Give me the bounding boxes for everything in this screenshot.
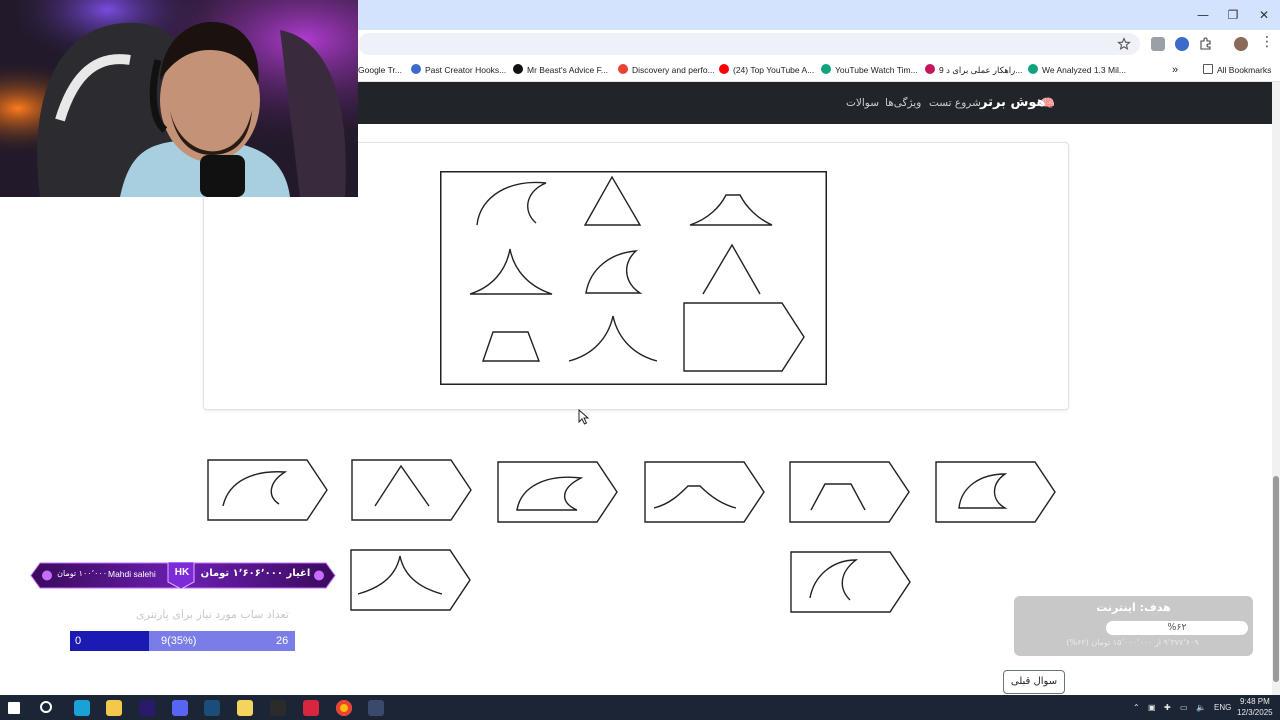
- option-frame: [644, 461, 765, 523]
- webcam-overlay: [0, 0, 358, 197]
- bookmark-label: Mr Beast's Advice F...: [527, 65, 608, 75]
- bookmark-item[interactable]: YouTube Watch Tim...: [821, 63, 918, 77]
- terminal-icon[interactable]: [368, 700, 384, 716]
- partner-min: 0: [75, 635, 82, 647]
- bookmark-item[interactable]: 9 راهکار عملی برای د...: [925, 63, 1022, 77]
- bookmark-item[interactable]: Google Tr...: [358, 63, 402, 77]
- bookmark-label: Past Creator Hooks...: [425, 65, 507, 75]
- all-bookmarks-folder[interactable]: All Bookmarks: [1203, 63, 1271, 77]
- bookmark-item[interactable]: Mr Beast's Advice F...: [513, 63, 608, 77]
- bookmark-label: 9 راهکار عملی برای د...: [939, 65, 1023, 75]
- premiere-icon[interactable]: [139, 700, 155, 716]
- clock-time[interactable]: 9:48 PM: [1240, 697, 1270, 707]
- goal-detail: ۹٬۳۷۷٬۶۰۹ از ۱۵٬۰۰۰٬۰۰۰ تومان (۶۲%): [1066, 638, 1199, 647]
- scrollbar-thumb[interactable]: [1273, 476, 1279, 682]
- goal-percent: %۶۲: [1167, 622, 1187, 633]
- donation-headline: اغیار ۱٬۶۰۶٬۰۰۰ تومان: [200, 568, 311, 579]
- partner-progress-fill: [70, 631, 149, 651]
- windows-start-icon[interactable]: [8, 702, 20, 714]
- profile-avatar[interactable]: [1234, 37, 1248, 51]
- answer-option-c[interactable]: [497, 460, 619, 524]
- answer-option-h[interactable]: [790, 550, 912, 614]
- chatgpt-icon: [821, 64, 831, 74]
- nav-link-features[interactable]: ویژگی‌ها: [885, 94, 921, 112]
- windows-taskbar: [0, 695, 1280, 720]
- star-icon[interactable]: [1117, 37, 1131, 51]
- option-frame: [789, 461, 910, 523]
- answer-option-d[interactable]: [644, 460, 766, 524]
- option-frame: [497, 461, 618, 523]
- donation-badge: HK: [174, 567, 190, 578]
- app-red-icon[interactable]: [303, 700, 319, 716]
- network-icon[interactable]: ▭: [1180, 700, 1188, 716]
- goal-title: هدف: اینترنت: [1096, 601, 1171, 614]
- mouse-cursor-icon: [578, 409, 590, 425]
- donation-amount: ۱۰۰٬۰۰۰ تومان: [57, 569, 107, 578]
- answer-option-a[interactable]: [207, 458, 329, 522]
- file-explorer-icon[interactable]: [106, 700, 122, 716]
- medium-icon: [513, 64, 523, 74]
- more-bookmarks-icon[interactable]: »: [1172, 63, 1178, 77]
- answer-option-b[interactable]: [351, 458, 473, 522]
- bookmark-label: Google Tr...: [358, 65, 402, 75]
- puzzle-matrix: [440, 171, 827, 385]
- google-icon: [618, 64, 628, 74]
- option-frame: [207, 459, 328, 521]
- extension-blue-icon[interactable]: [1175, 37, 1189, 51]
- menu-kebab-icon[interactable]: ⋮: [1260, 34, 1274, 50]
- clock-date[interactable]: 12/3/2025: [1237, 708, 1273, 718]
- tray-icon-1[interactable]: ▣: [1148, 700, 1156, 716]
- donor-name: Mahdi salehi: [108, 569, 156, 579]
- edge-icon[interactable]: [74, 700, 90, 716]
- bookmark-item[interactable]: Past Creator Hooks...: [411, 63, 506, 77]
- nav-link-start-test[interactable]: شروع تست: [929, 94, 981, 112]
- minimize-icon[interactable]: —: [1188, 4, 1218, 26]
- bookmark-icon: [925, 64, 935, 74]
- chrome-icon[interactable]: [336, 700, 352, 716]
- partner-current: 9(35%): [161, 635, 197, 647]
- bookmark-item[interactable]: We Analyzed 1.3 Mil...: [1028, 63, 1126, 77]
- previous-question-button[interactable]: سوال قبلی: [1003, 670, 1065, 694]
- search-icon[interactable]: [40, 701, 52, 713]
- steam-icon[interactable]: [204, 700, 220, 716]
- close-icon[interactable]: ✕: [1249, 4, 1279, 26]
- volume-icon[interactable]: 🔈: [1196, 700, 1206, 716]
- chatgpt-icon: [1028, 64, 1038, 74]
- puzzle-extensions-icon[interactable]: [1199, 37, 1213, 51]
- partner-max: 26: [276, 635, 289, 647]
- extension-icon[interactable]: [1151, 37, 1165, 51]
- nav-link-questions[interactable]: سوالات: [846, 94, 879, 112]
- gh-icon: [411, 64, 421, 74]
- language-indicator[interactable]: ENG: [1214, 700, 1231, 716]
- bookmark-label: (24) Top YouTube A...: [733, 65, 815, 75]
- answer-option-f[interactable]: [935, 460, 1057, 524]
- bookmark-label: Discovery and perfo...: [632, 65, 715, 75]
- address-bar[interactable]: [358, 33, 1140, 55]
- bookmark-label: We Analyzed 1.3 Mil...: [1042, 65, 1126, 75]
- option-frame: [935, 461, 1056, 523]
- answer-option-g[interactable]: [350, 548, 472, 612]
- option-frame: [351, 459, 472, 521]
- bookmark-item[interactable]: (24) Top YouTube A...: [719, 63, 814, 77]
- all-bookmarks-label: All Bookmarks: [1217, 65, 1272, 75]
- restore-icon[interactable]: ❐: [1218, 4, 1248, 26]
- notes-icon[interactable]: [237, 700, 253, 716]
- partner-target-label: تعداد ساب مورد نیاز برای پارتنری: [136, 608, 289, 621]
- option-frame: [350, 549, 471, 611]
- folder-icon: [1203, 64, 1213, 74]
- bookmark-label: YouTube Watch Tim...: [835, 65, 918, 75]
- discord-icon[interactable]: [172, 700, 188, 716]
- obs-icon[interactable]: [270, 700, 286, 716]
- tray-chevron-icon[interactable]: ⌃: [1133, 700, 1140, 716]
- option-frame: [790, 551, 911, 613]
- answer-option-e[interactable]: [789, 460, 911, 524]
- bookmark-item[interactable]: Discovery and perfo...: [618, 63, 715, 77]
- tray-icon-2[interactable]: ✚: [1164, 700, 1171, 716]
- site-brand[interactable]: هوش برتر: [980, 94, 1046, 112]
- youtube-icon: [719, 64, 729, 74]
